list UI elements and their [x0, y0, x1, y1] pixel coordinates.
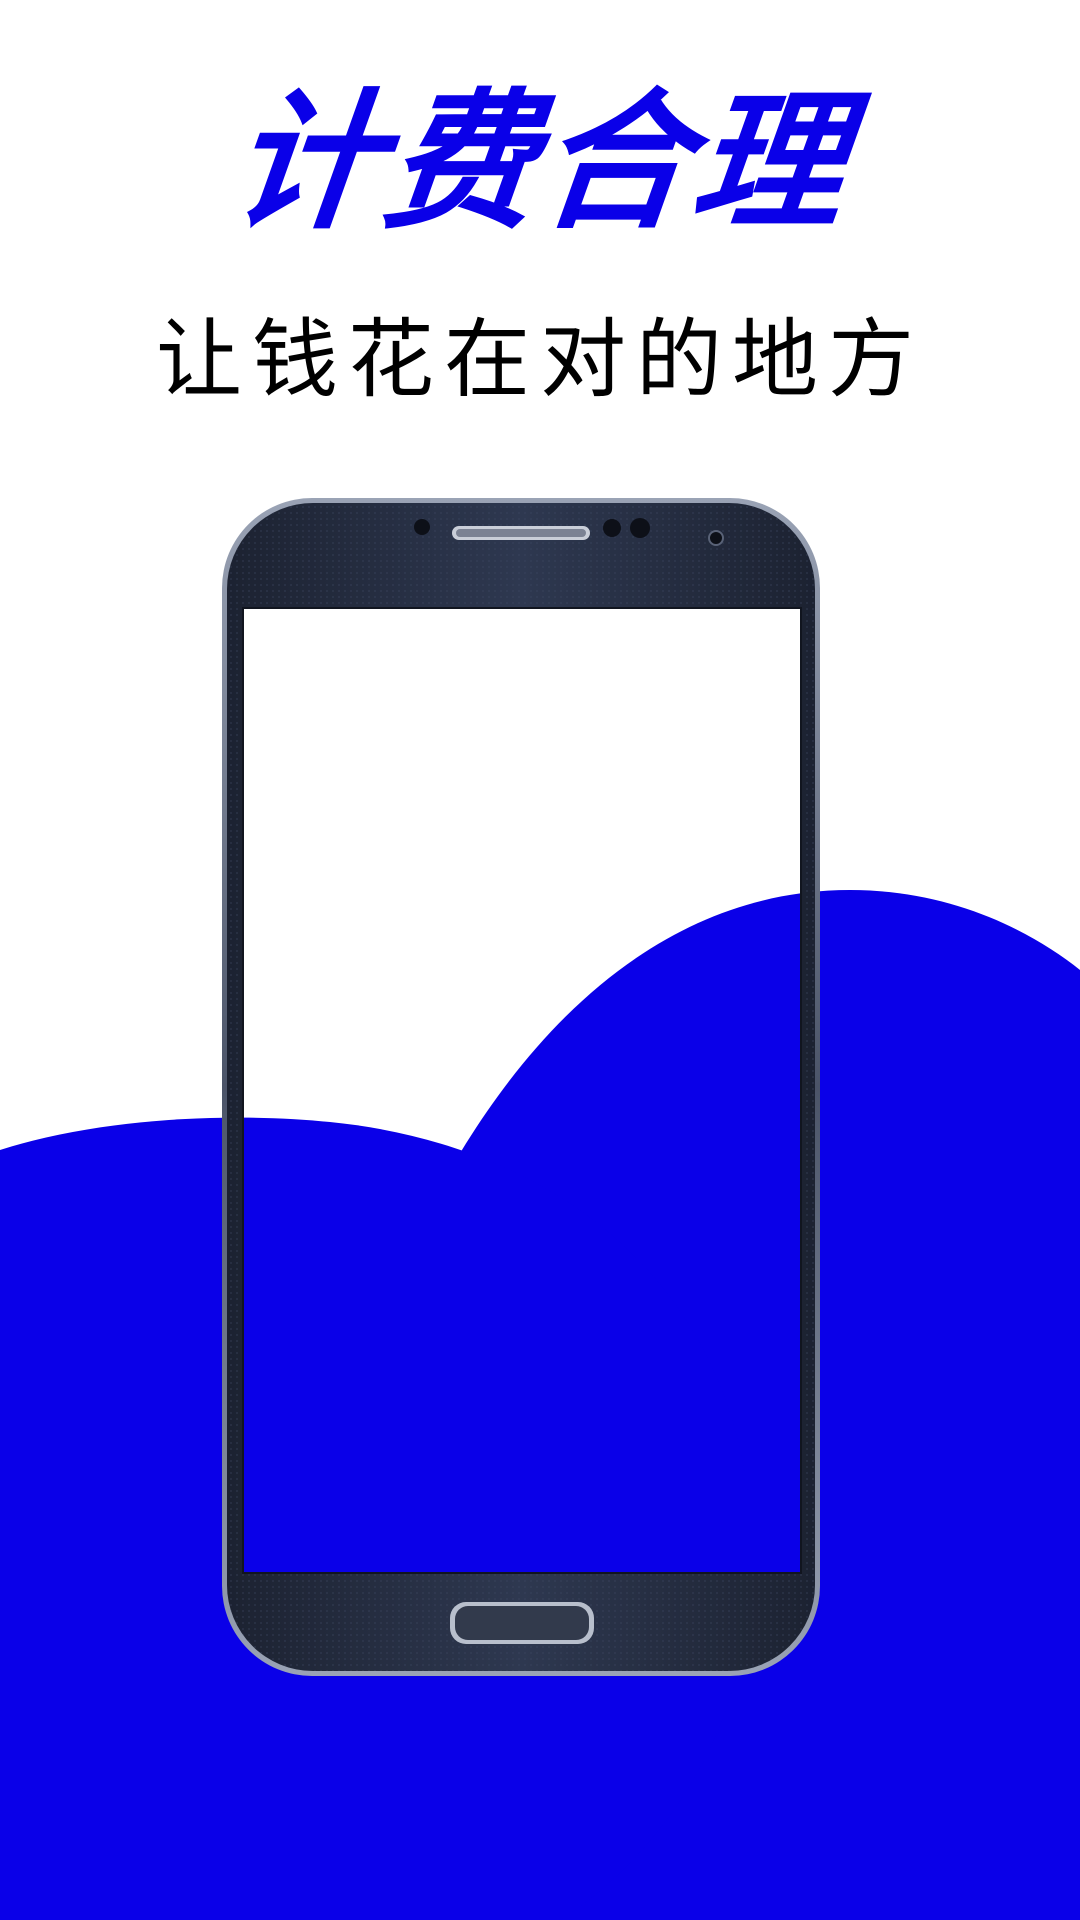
sensor-right-2-icon	[630, 518, 650, 538]
front-camera-icon	[708, 530, 724, 546]
home-button-icon[interactable]	[450, 1602, 594, 1644]
phone-mockup	[222, 498, 820, 1676]
sensor-left-icon	[414, 519, 430, 535]
sensor-right-1-icon	[603, 519, 621, 537]
speaker-grille-icon	[452, 526, 590, 540]
